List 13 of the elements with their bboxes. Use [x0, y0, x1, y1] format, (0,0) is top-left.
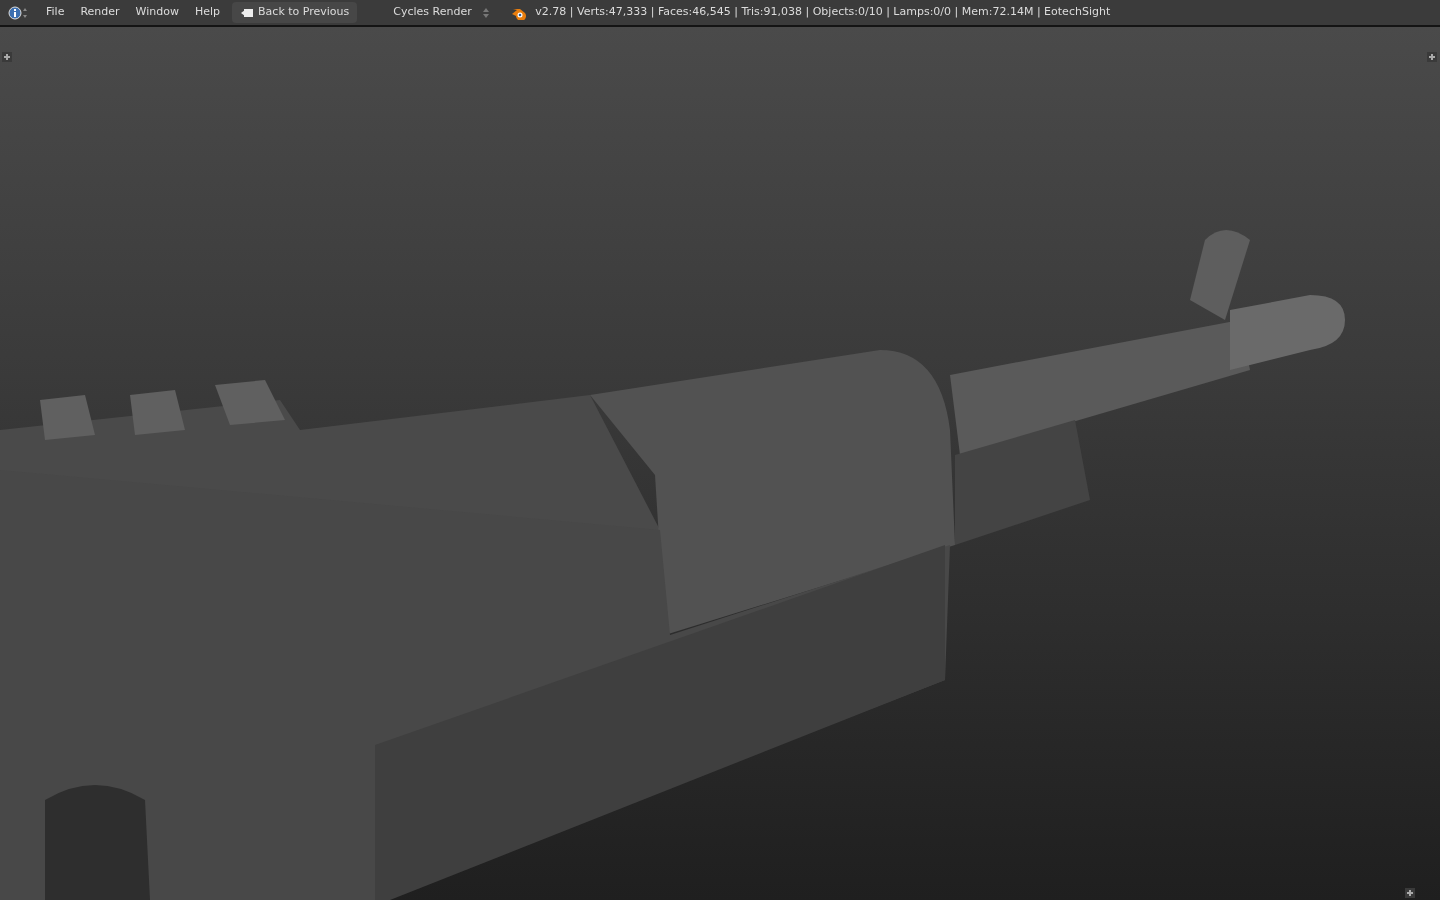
area-split-handle-icon[interactable]: [2, 52, 12, 62]
scene-statistics: v2.78 | Verts:47,333 | Faces:46,545 | Tris:91,038 | Objects:0/10 | Lamps:0/0 | Mem:72.14M | EotechSight: [535, 4, 1111, 21]
editor-type-icon[interactable]: [8, 5, 30, 20]
menu-item[interactable]: Help: [186, 2, 229, 23]
up-down-arrows-icon: [483, 6, 490, 19]
menu-item[interactable]: File: [38, 2, 73, 23]
menu-item[interactable]: Window: [127, 2, 187, 23]
menu-item[interactable]: Render: [72, 2, 128, 23]
render-engine-dropdown[interactable]: Cycles Render: [377, 2, 496, 23]
back-arrow-icon: [240, 7, 255, 18]
back-to-previous-button[interactable]: Back to Previous: [232, 2, 358, 23]
area-split-handle-icon[interactable]: [1405, 888, 1415, 898]
area-split-handle-icon[interactable]: [1427, 52, 1437, 62]
